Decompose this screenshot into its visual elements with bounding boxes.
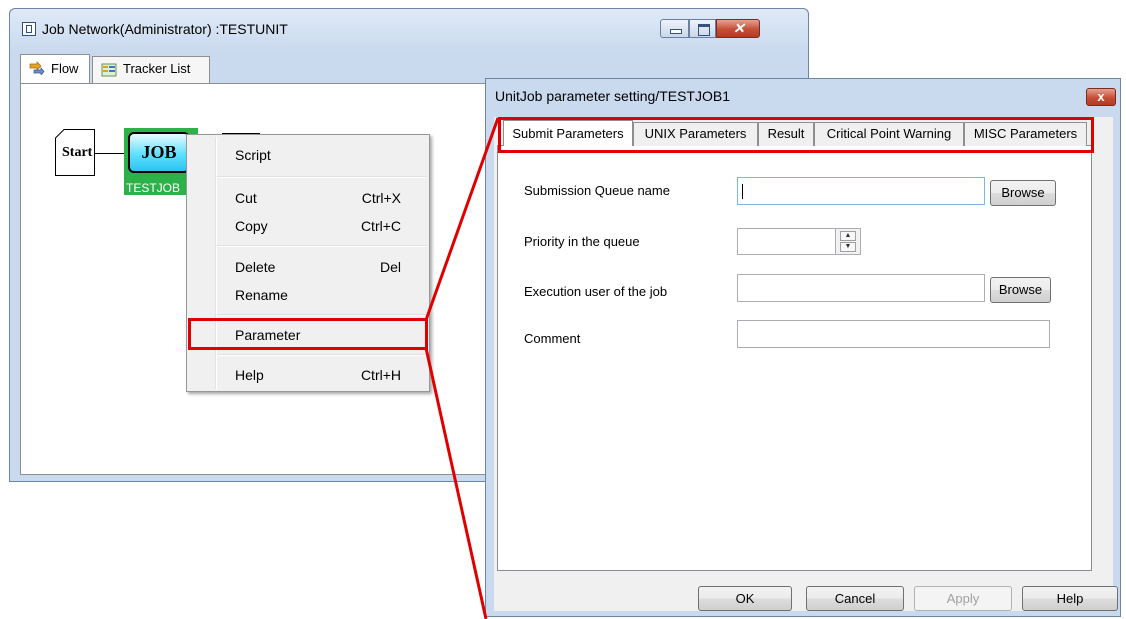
menu-separator — [217, 245, 427, 247]
menu-separator — [217, 176, 427, 178]
tab-tracker-list[interactable]: Tracker List — [92, 56, 210, 83]
flow-connector — [95, 153, 125, 154]
queue-name-label: Submission Queue name — [524, 183, 670, 198]
minimize-button[interactable] — [660, 19, 689, 38]
execution-user-label: Execution user of the job — [524, 284, 668, 299]
close-icon: ✕ — [733, 20, 745, 36]
priority-spinner[interactable]: ▲ ▼ — [835, 228, 861, 255]
menu-item-label: Help — [235, 367, 264, 383]
apply-button[interactable]: Apply — [914, 586, 1012, 611]
priority-label: Priority in the queue — [524, 234, 640, 249]
menu-item-help[interactable]: Help Ctrl+H — [235, 367, 401, 383]
window-app-icon — [22, 22, 36, 36]
close-icon: x — [1097, 89, 1105, 104]
tab-tracker-list-label: Tracker List — [123, 61, 191, 76]
submit-parameters-panel — [497, 145, 1092, 571]
menu-item-label: Rename — [235, 287, 288, 303]
minimize-icon — [670, 29, 682, 34]
start-node-label: Start — [62, 145, 93, 160]
priority-input[interactable] — [737, 228, 837, 255]
main-titlebar[interactable]: Job Network(Administrator) :TESTUNIT ✕ — [10, 9, 808, 55]
menu-icon-gutter — [215, 137, 217, 389]
queue-name-input[interactable] — [737, 177, 985, 205]
close-button[interactable]: ✕ — [716, 19, 760, 38]
parameter-highlight-box — [188, 318, 428, 350]
context-menu: Script Cut Ctrl+X Copy Ctrl+C Delete Del… — [186, 134, 430, 392]
maximize-icon — [698, 24, 710, 36]
menu-separator — [217, 354, 427, 356]
comment-input[interactable] — [737, 320, 1050, 348]
tab-flow[interactable]: Flow — [20, 54, 90, 83]
dialog-close-button[interactable]: x — [1086, 88, 1116, 106]
menu-separator — [217, 314, 427, 316]
queue-browse-button[interactable]: Browse — [990, 180, 1056, 206]
tabs-highlight-box — [498, 117, 1094, 153]
dialog-title: UnitJob parameter setting/TESTJOB1 — [495, 88, 730, 104]
menu-item-label: Script — [235, 147, 271, 163]
menu-item-cut[interactable]: Cut Ctrl+X — [235, 190, 401, 206]
menu-item-rename[interactable]: Rename — [235, 287, 288, 303]
tracker-list-icon — [101, 63, 117, 77]
execution-user-input[interactable] — [737, 274, 985, 302]
menu-item-label: Copy — [235, 218, 268, 234]
tab-flow-label: Flow — [51, 61, 79, 76]
help-button[interactable]: Help — [1022, 586, 1118, 611]
job-node-label: TESTJOB — [124, 181, 194, 195]
menu-item-shortcut: Ctrl+X — [361, 190, 401, 206]
ok-button[interactable]: OK — [698, 586, 792, 611]
cancel-button[interactable]: Cancel — [806, 586, 904, 611]
text-caret — [742, 184, 743, 199]
spin-up-icon[interactable]: ▲ — [840, 231, 856, 241]
main-window-title: Job Network(Administrator) :TESTUNIT — [42, 21, 288, 37]
menu-item-delete[interactable]: Delete Del — [235, 259, 401, 275]
menu-item-shortcut: Del — [379, 259, 401, 275]
flow-icon — [29, 61, 45, 75]
menu-item-shortcut: Ctrl+H — [360, 367, 401, 383]
maximize-button[interactable] — [689, 19, 716, 38]
menu-item-label: Cut — [235, 190, 257, 206]
spin-down-icon[interactable]: ▼ — [840, 242, 856, 252]
menu-item-script[interactable]: Script — [235, 147, 271, 163]
menu-item-copy[interactable]: Copy Ctrl+C — [235, 218, 401, 234]
menu-item-label: Delete — [235, 259, 276, 275]
job-node-box: JOB — [128, 132, 190, 173]
menu-item-shortcut: Ctrl+C — [360, 218, 401, 234]
comment-label: Comment — [524, 331, 581, 346]
user-browse-button[interactable]: Browse — [990, 277, 1051, 303]
